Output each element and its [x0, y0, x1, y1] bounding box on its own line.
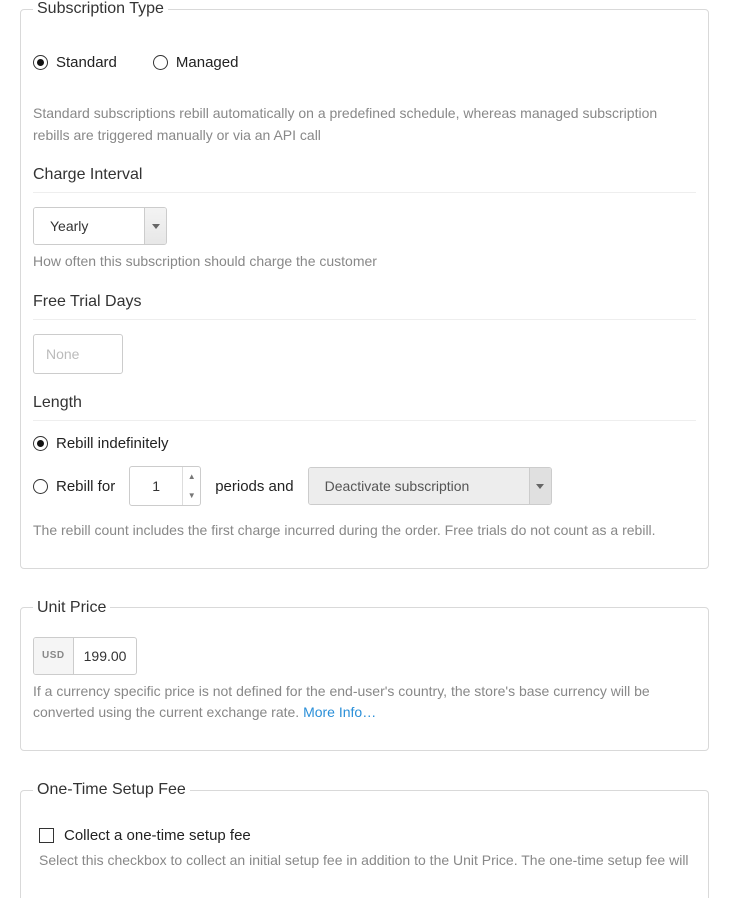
- charge-interval-select[interactable]: Yearly: [33, 207, 167, 245]
- radio-rebill-indefinitely-label: Rebill indefinitely: [56, 435, 169, 452]
- checkbox-icon: [39, 828, 54, 843]
- free-trial-label: Free Trial Days: [33, 293, 696, 311]
- divider: [33, 420, 696, 421]
- unit-price-help: If a currency specific price is not defi…: [33, 681, 696, 724]
- stepper-up-icon[interactable]: ▲: [183, 467, 200, 486]
- length-help: The rebill count includes the first char…: [33, 520, 696, 542]
- unit-price-value: 199.00: [74, 638, 137, 674]
- rebill-action-value: Deactivate subscription: [309, 468, 529, 504]
- radio-icon: [33, 55, 48, 70]
- radio-rebill-for[interactable]: Rebill for: [33, 478, 115, 495]
- radio-managed[interactable]: Managed: [153, 54, 239, 71]
- periods-and-text: periods and: [215, 478, 293, 495]
- charge-interval-label: Charge Interval: [33, 166, 696, 184]
- radio-standard[interactable]: Standard: [33, 54, 117, 71]
- charge-interval-help: How often this subscription should charg…: [33, 251, 696, 273]
- radio-rebill-indefinitely[interactable]: Rebill indefinitely: [33, 435, 169, 452]
- unit-price-fieldset: Unit Price USD 199.00 If a currency spec…: [20, 599, 709, 751]
- setup-fee-fieldset: One-Time Setup Fee Collect a one-time se…: [20, 781, 709, 898]
- currency-badge: USD: [34, 638, 74, 674]
- setup-fee-checkbox-label: Collect a one-time setup fee: [64, 827, 251, 844]
- divider: [33, 319, 696, 320]
- setup-fee-help: Select this checkbox to collect an initi…: [39, 850, 696, 872]
- radio-managed-label: Managed: [176, 54, 239, 71]
- chevron-down-icon: [529, 468, 551, 504]
- rebill-periods-stepper[interactable]: 1 ▲ ▼: [129, 466, 201, 506]
- chevron-down-icon: [144, 208, 166, 244]
- setup-fee-legend: One-Time Setup Fee: [33, 781, 190, 799]
- radio-standard-label: Standard: [56, 54, 117, 71]
- radio-icon: [33, 479, 48, 494]
- more-info-link[interactable]: More Info…: [303, 704, 376, 720]
- divider: [33, 192, 696, 193]
- radio-icon: [33, 436, 48, 451]
- subscription-type-legend: Subscription Type: [33, 0, 168, 18]
- rebill-action-select[interactable]: Deactivate subscription: [308, 467, 552, 505]
- radio-rebill-for-label: Rebill for: [56, 478, 115, 495]
- setup-fee-checkbox-row[interactable]: Collect a one-time setup fee: [39, 827, 696, 844]
- length-label: Length: [33, 394, 696, 412]
- radio-icon: [153, 55, 168, 70]
- subscription-type-help: Standard subscriptions rebill automatica…: [33, 103, 696, 146]
- charge-interval-value: Yearly: [34, 208, 144, 244]
- free-trial-input[interactable]: None: [33, 334, 123, 374]
- subscription-type-fieldset: Subscription Type Standard Managed Stand…: [20, 0, 709, 569]
- rebill-periods-value: 1: [130, 467, 182, 505]
- unit-price-legend: Unit Price: [33, 599, 110, 617]
- unit-price-input[interactable]: USD 199.00: [33, 637, 137, 675]
- stepper-down-icon[interactable]: ▼: [183, 486, 200, 505]
